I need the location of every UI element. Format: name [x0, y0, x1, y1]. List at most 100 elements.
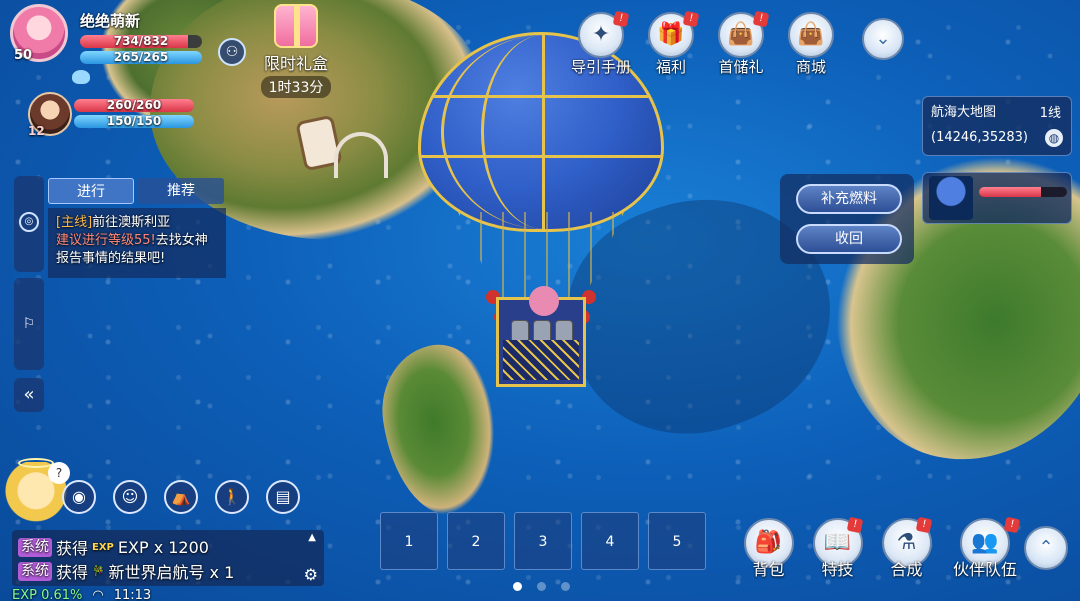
player-level: 50 — [14, 48, 33, 63]
camp-icon[interactable]: ⛺ — [164, 480, 198, 514]
bottom-menu: 🎒 背包 📖! 特技 ⚗! 合成 👥! 伙伴队伍 — [734, 516, 1029, 580]
system-tag: 系统 — [18, 561, 52, 581]
map-info-panel[interactable]: 航海大地图 1线 (14246,35283) ◍ — [922, 96, 1072, 156]
fuel-bar-fill — [979, 187, 1041, 197]
player-mp-bar: 265/265 — [80, 51, 202, 64]
chat-text: EXP x 1200 — [117, 537, 209, 557]
bottom-menu-item[interactable]: 🎒 背包 — [734, 518, 803, 580]
system-tag: 系统 — [18, 537, 52, 557]
player-name: 绝绝萌新 — [80, 12, 141, 30]
gear-icon[interactable]: ⚙ — [304, 565, 318, 584]
player-hp-bar: 734/832 — [80, 35, 202, 48]
tab-in-progress[interactable]: 进行 — [48, 178, 134, 204]
camera-icon[interactable]: ◉ — [62, 480, 96, 514]
player-mp-text: 265/265 — [113, 51, 169, 64]
player-balloon[interactable] — [418, 32, 664, 387]
item-icon: 🎋 — [92, 565, 105, 577]
player-info[interactable]: 50 绝绝萌新 734/832 265/265 — [10, 4, 210, 70]
mascot-angel-icon[interactable]: ? — [4, 458, 70, 534]
quest-tabs: 进行 推荐 — [48, 178, 224, 204]
gift-box-icon — [274, 4, 318, 48]
bottom-menu-item[interactable]: 👥! 伙伴队伍 — [941, 516, 1029, 580]
chat-prefix: 获得 — [56, 539, 89, 558]
flag-icon[interactable]: ⚐ — [14, 278, 44, 370]
top-menu-item[interactable]: 👜 商城 — [776, 12, 846, 77]
alert-badge-icon: ! — [612, 10, 630, 28]
chevron-down-icon[interactable]: ⌄ — [862, 18, 904, 60]
limited-gift-box[interactable]: 限时礼盒 1时33分 — [254, 4, 338, 98]
top-menu-label: 导引手册 — [570, 58, 631, 76]
shopping-bag-icon: 👜 — [788, 12, 834, 58]
skill-slots: 12345 — [380, 512, 706, 570]
wifi-icon: ◠ — [92, 588, 104, 601]
vehicle-status[interactable] — [922, 172, 1072, 224]
fuel-panel: 补充燃料 收回 — [780, 174, 914, 264]
quest-tracker[interactable]: [主线]前往澳斯利亚 建议进行等级55!去找女神报告事情的结果吧! — [48, 208, 226, 278]
pager-dot[interactable] — [513, 582, 522, 591]
skill-slot[interactable]: 3 — [514, 512, 572, 570]
clock: 11:13 — [113, 588, 152, 601]
emote-icon[interactable]: ☺ — [113, 480, 147, 514]
pet-icon — [72, 70, 90, 84]
team-icon[interactable]: ⚇ — [218, 38, 246, 66]
pilot-character — [529, 286, 559, 316]
map-coordinates: (14246,35283) — [931, 130, 1028, 145]
chat-panel[interactable]: ▲ ⚙ 系统 获得 EXP EXP x 1200 系统 获得 🎋 新世界启航号 x 1 — [12, 530, 324, 586]
top-menu-item[interactable]: ✦! 导引手册 — [566, 10, 636, 77]
top-menu: ✦! 导引手册 🎁! 福利 👜! 首储礼 👜 商城 — [566, 10, 846, 77]
bottom-menu-label: 伙伴队伍 — [952, 560, 1017, 579]
skill-slot[interactable]: 2 — [447, 512, 505, 570]
skill-slot[interactable]: 4 — [581, 512, 639, 570]
recall-button[interactable]: 收回 — [796, 224, 902, 254]
balloon-thumbnail-icon — [929, 176, 973, 220]
chat-prefix: 获得 — [56, 563, 89, 582]
quest-side-tab[interactable]: ◎ — [14, 176, 44, 272]
gift-label: 限时礼盒 — [263, 54, 328, 73]
partner-hp-bar: 260/260 — [74, 99, 194, 112]
alert-badge-icon: ! — [915, 516, 933, 534]
pager-dot[interactable] — [561, 582, 570, 591]
quest-type: [主线] — [56, 215, 93, 230]
exp-icon: EXP — [92, 541, 114, 553]
refuel-button[interactable]: 补充燃料 — [796, 184, 902, 214]
exp-percent: EXP 0.61% — [12, 588, 83, 601]
gift-timer: 1时33分 — [260, 76, 332, 98]
chat-line: 系统 获得 🎋 新世界启航号 x 1 — [18, 559, 318, 583]
collapse-left-icon[interactable]: « — [14, 378, 44, 412]
status-line: EXP 0.61% ◠ 11:13 — [12, 588, 151, 601]
server-line[interactable]: 1线 — [1040, 102, 1061, 121]
tab-recommended[interactable]: 推荐 — [138, 178, 224, 204]
chat-line: 系统 获得 EXP EXP x 1200 — [18, 535, 318, 559]
bottom-menu-item[interactable]: ⚗! 合成 — [872, 516, 941, 580]
chat-expand-icon[interactable]: ▲ — [308, 532, 316, 543]
top-menu-label: 福利 — [655, 58, 686, 76]
walk-icon[interactable]: 🚶 — [215, 480, 249, 514]
pager-dot[interactable] — [537, 582, 546, 591]
partner-mp-text: 150/150 — [106, 115, 162, 128]
balloon-basket — [496, 286, 586, 387]
partner-level: 12 — [28, 124, 45, 138]
skill-slot[interactable]: 1 — [380, 512, 438, 570]
alert-badge-icon: ! — [846, 516, 864, 534]
bottom-menu-item[interactable]: 📖! 特技 — [803, 516, 872, 580]
top-menu-item[interactable]: 🎁! 福利 — [636, 10, 706, 77]
bottom-menu-label: 背包 — [752, 560, 785, 579]
dinosaur-skeleton-landmark — [295, 114, 390, 188]
slot-pager — [513, 582, 570, 591]
quest-target-icon: ◎ — [19, 212, 39, 232]
partner-info[interactable]: 12 260/260 150/150 — [28, 92, 198, 140]
top-menu-label: 商城 — [795, 58, 826, 76]
alert-badge-icon: ! — [682, 10, 700, 28]
partner-mp-bar: 150/150 — [74, 115, 194, 128]
screen-icon[interactable]: ▤ — [266, 480, 300, 514]
chat-text: 新世界启航号 x 1 — [108, 563, 235, 582]
globe-icon[interactable]: ◍ — [1045, 129, 1063, 147]
bottom-menu-label: 特技 — [821, 560, 854, 579]
top-menu-item[interactable]: 👜! 首储礼 — [706, 10, 776, 77]
player-hp-text: 734/832 — [113, 35, 169, 48]
skill-slot[interactable]: 5 — [648, 512, 706, 570]
bottom-menu-label: 合成 — [890, 560, 923, 579]
alert-badge-icon: ! — [1003, 516, 1021, 534]
chevron-up-icon[interactable]: ⌃ — [1024, 526, 1068, 570]
quest-level-hint: 建议进行等级55! — [56, 233, 156, 248]
